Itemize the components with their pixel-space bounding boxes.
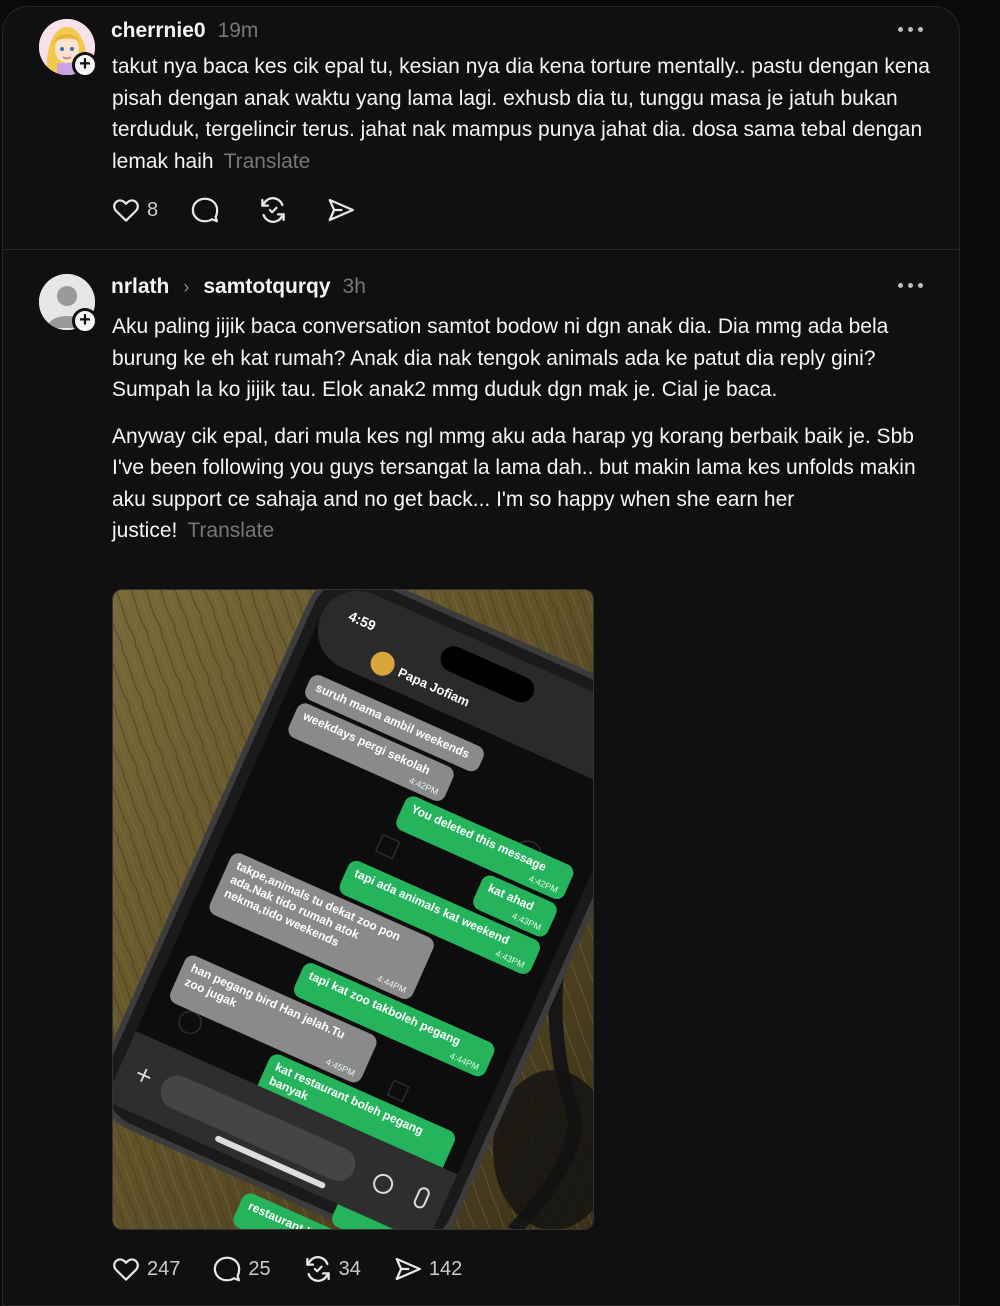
like-button[interactable]: 8 — [111, 195, 158, 225]
share-count: 142 — [428, 1257, 463, 1280]
translate-link[interactable]: Translate — [187, 519, 274, 542]
repost-icon — [261, 197, 285, 223]
comment-icon — [191, 197, 219, 223]
post-photo[interactable]: 4:59 Papa Jofiam suruh mama ambil weeken… — [112, 589, 594, 1230]
like-count: 8 — [147, 198, 159, 221]
more-options-icon[interactable] — [898, 283, 923, 288]
translate-link[interactable]: Translate — [224, 150, 311, 173]
repost-button[interactable]: 34 — [303, 1254, 361, 1284]
like-button[interactable]: 247 — [111, 1254, 180, 1284]
username[interactable]: nrlath — [111, 275, 169, 299]
comment-icon — [214, 1256, 241, 1282]
username[interactable]: cherrnie0 — [111, 19, 206, 43]
follow-plus-button[interactable]: + — [72, 308, 98, 334]
post-paragraph: Aku paling jijik baca conversation samto… — [112, 315, 889, 401]
heart-icon — [113, 199, 139, 222]
thread-post[interactable]: + nrlath › samtotqurqy 3h Aku paling jij… — [3, 251, 959, 1305]
chevron-right-icon: › — [183, 277, 190, 297]
reply-button[interactable] — [190, 195, 226, 225]
post-time: 3h — [342, 275, 366, 298]
send-icon — [328, 198, 355, 222]
reply-to-username[interactable]: samtotqurqy — [203, 275, 330, 299]
heart-icon — [113, 1258, 139, 1281]
reply-button[interactable]: 25 — [212, 1254, 271, 1284]
reply-count: 25 — [248, 1257, 271, 1280]
share-button[interactable] — [326, 195, 362, 225]
feed-panel: + cherrnie0 19m takut nya baca kes cik e… — [2, 6, 960, 1306]
repost-count: 34 — [338, 1257, 361, 1280]
follow-plus-button[interactable]: + — [72, 52, 98, 78]
post-time: 19m — [217, 19, 259, 42]
phone-photo: 4:59 Papa Jofiam suruh mama ambil weeken… — [113, 590, 593, 1229]
post-text: takut nya baca kes cik epal tu, kesian n… — [112, 51, 932, 177]
plus-icon: + — [79, 53, 91, 75]
plus-icon: + — [79, 309, 91, 331]
thread-post[interactable]: + cherrnie0 19m takut nya baca kes cik e… — [3, 7, 959, 250]
more-options-icon[interactable] — [898, 27, 923, 32]
repost-button[interactable] — [258, 195, 294, 225]
post-text: Aku paling jijik baca conversation samto… — [112, 311, 932, 547]
share-button[interactable]: 142 — [393, 1254, 462, 1284]
post-paragraph: Anyway cik epal, dari mula kes ngl mmg a… — [112, 421, 932, 547]
repost-icon — [305, 1256, 330, 1282]
like-count: 247 — [147, 1257, 181, 1280]
send-icon — [395, 1257, 421, 1281]
